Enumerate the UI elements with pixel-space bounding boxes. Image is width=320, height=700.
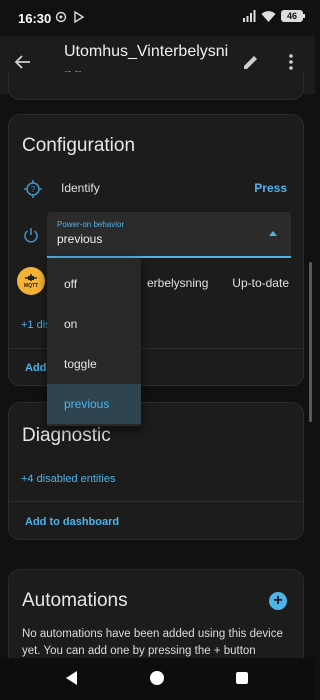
wifi-icon <box>261 11 276 22</box>
diagnostic-title: Diagnostic <box>22 425 111 446</box>
nav-recents-icon[interactable] <box>236 672 248 684</box>
status-left-icons <box>55 11 85 23</box>
menu-item-previous[interactable]: previous <box>47 384 141 424</box>
signal-icon <box>243 10 256 22</box>
play-store-icon <box>74 11 85 23</box>
chevron-up-icon <box>269 231 277 236</box>
select-label: Power-on behavior <box>57 220 125 229</box>
scrollbar[interactable] <box>309 262 312 422</box>
identify-press-button[interactable]: Press <box>254 181 287 195</box>
settings-notification-icon <box>55 11 67 23</box>
select-value: previous <box>57 232 103 246</box>
add-to-dashboard-button[interactable]: Add to dashboard <box>25 516 119 528</box>
status-bar: 16:30 46 <box>0 0 315 36</box>
power-icon <box>23 227 39 248</box>
mqtt-logo: MQTT <box>17 267 45 295</box>
add-automation-plus-icon[interactable]: + <box>269 592 287 610</box>
firmware-status: Up-to-date <box>232 276 289 290</box>
system-nav-bar <box>0 658 315 700</box>
status-time: 16:30 <box>18 11 52 26</box>
divider <box>9 501 303 502</box>
device-name: erbelysning <box>147 276 209 290</box>
add-link[interactable]: Add <box>25 362 46 374</box>
menu-item-off[interactable]: off <box>47 264 141 304</box>
menu-item-on[interactable]: on <box>47 304 141 344</box>
automations-title: Automations <box>22 590 128 611</box>
identify-label: Identify <box>61 181 100 195</box>
svg-text:?: ? <box>31 185 36 194</box>
automations-empty-text: No automations have been added using thi… <box>22 628 283 657</box>
nav-home-icon[interactable] <box>150 671 164 685</box>
mqtt-logo-text: MQTT <box>23 283 39 289</box>
power-on-behavior-menu: off on toggle previous <box>47 258 141 426</box>
previous-card-bottom <box>8 72 304 100</box>
menu-item-toggle[interactable]: toggle <box>47 344 141 384</box>
disabled-entities-link[interactable]: +4 disabled entities <box>21 473 115 485</box>
battery-icon: 46 <box>281 10 305 22</box>
configuration-title: Configuration <box>22 135 136 156</box>
status-right-icons: 46 <box>242 10 305 22</box>
nav-back-icon[interactable] <box>66 671 77 685</box>
power-on-behavior-select[interactable]: Power-on behavior previous <box>47 212 291 258</box>
identify-crosshair-icon: ? <box>23 179 43 204</box>
